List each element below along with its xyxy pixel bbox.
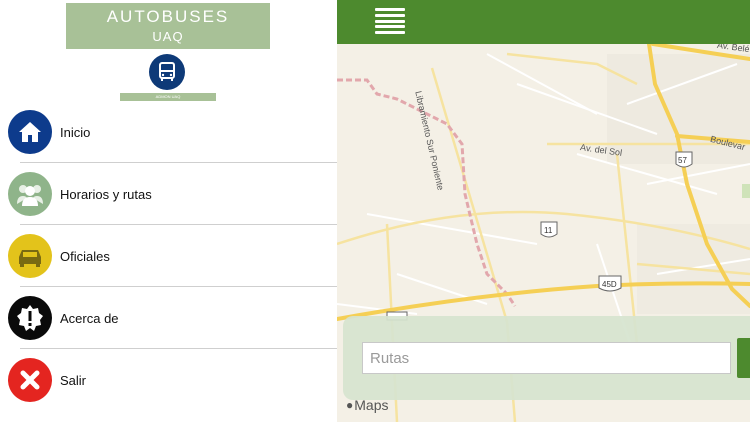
shield-label-45d: 45D [602,280,617,289]
shield-label-11: 11 [544,226,553,235]
people-icon [8,172,52,216]
car-icon [8,234,52,278]
app-screen: AUTOBUSES UAQ ADMON UAQ Inicio Horarios … [0,0,750,422]
menu-label-salir: Salir [60,372,87,388]
home-icon [8,110,52,154]
logo-strip: ADMON UAQ [120,93,216,101]
menu-item-oficiales[interactable]: Oficiales [0,225,337,287]
menu-label-inicio: Inicio [60,124,91,140]
maps-attribution: ● Maps [346,397,388,413]
shield-label-57: 57 [678,156,687,165]
menu-label-acerca: Acerca de [60,310,119,326]
info-badge-icon [8,296,52,340]
app-logo: AUTOBUSES UAQ ADMON UAQ [40,0,296,104]
menu-label-oficiales: Oficiales [60,248,110,264]
apple-logo-icon: ● [346,398,354,412]
search-button[interactable] [737,338,750,378]
logo-line-1: AUTOBUSES [106,7,230,26]
menu-item-inicio[interactable]: Inicio [0,101,337,163]
close-icon [8,358,52,402]
map-view[interactable]: Libramiento Sur Poniente Av. del Sol Bou… [337,0,750,422]
menu-item-acerca[interactable]: Acerca de [0,287,337,349]
maps-attribution-text: Maps [354,397,389,413]
logo-line-2: UAQ [152,29,184,44]
menu-item-salir[interactable]: Salir [0,349,337,411]
hamburger-icon[interactable] [375,8,405,34]
side-menu: AUTOBUSES UAQ ADMON UAQ Inicio Horarios … [0,0,337,422]
logo-title-box: AUTOBUSES UAQ [66,3,270,49]
search-input[interactable] [362,342,731,374]
menu-item-horarios[interactable]: Horarios y rutas [0,163,337,225]
menu-label-horarios: Horarios y rutas [60,186,152,202]
bus-icon [149,54,185,90]
menu-list: Inicio Horarios y rutas Oficiales Acerca… [0,101,337,411]
top-bar [337,0,750,44]
search-panel [343,316,750,400]
